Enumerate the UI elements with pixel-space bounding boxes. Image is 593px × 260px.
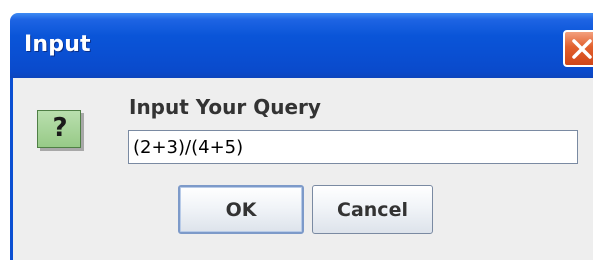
window-border — [10, 78, 13, 260]
close-button[interactable] — [563, 30, 593, 67]
question-icon: ? — [37, 110, 81, 148]
dialog-title: Input — [24, 32, 91, 57]
cancel-button[interactable]: Cancel — [312, 185, 433, 234]
prompt-label: Input Your Query — [129, 95, 321, 119]
close-icon — [572, 39, 592, 59]
question-glyph: ? — [52, 113, 68, 143]
ok-button[interactable]: OK — [178, 185, 304, 234]
title-bar[interactable]: Input — [10, 13, 593, 78]
query-input[interactable] — [128, 130, 578, 164]
input-dialog: Input ? Input Your Query OK Cancel — [0, 0, 593, 260]
